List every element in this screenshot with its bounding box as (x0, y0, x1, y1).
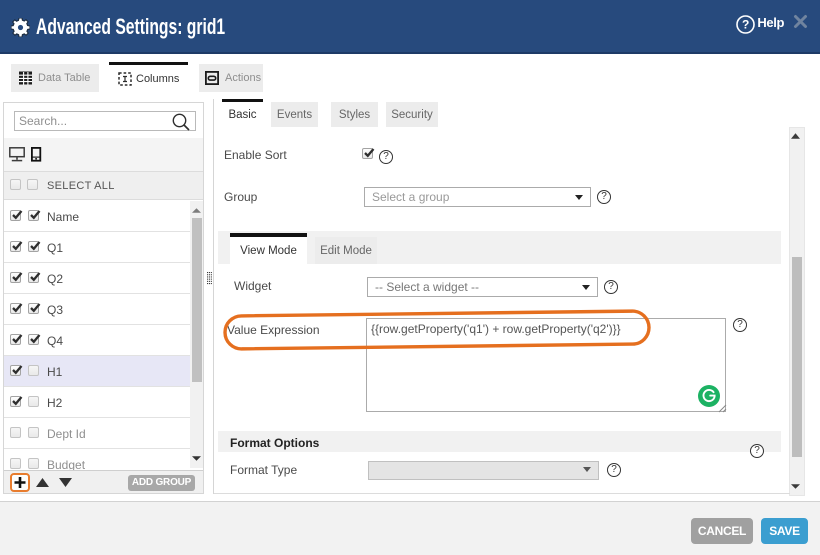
svg-text:?: ? (742, 18, 749, 32)
